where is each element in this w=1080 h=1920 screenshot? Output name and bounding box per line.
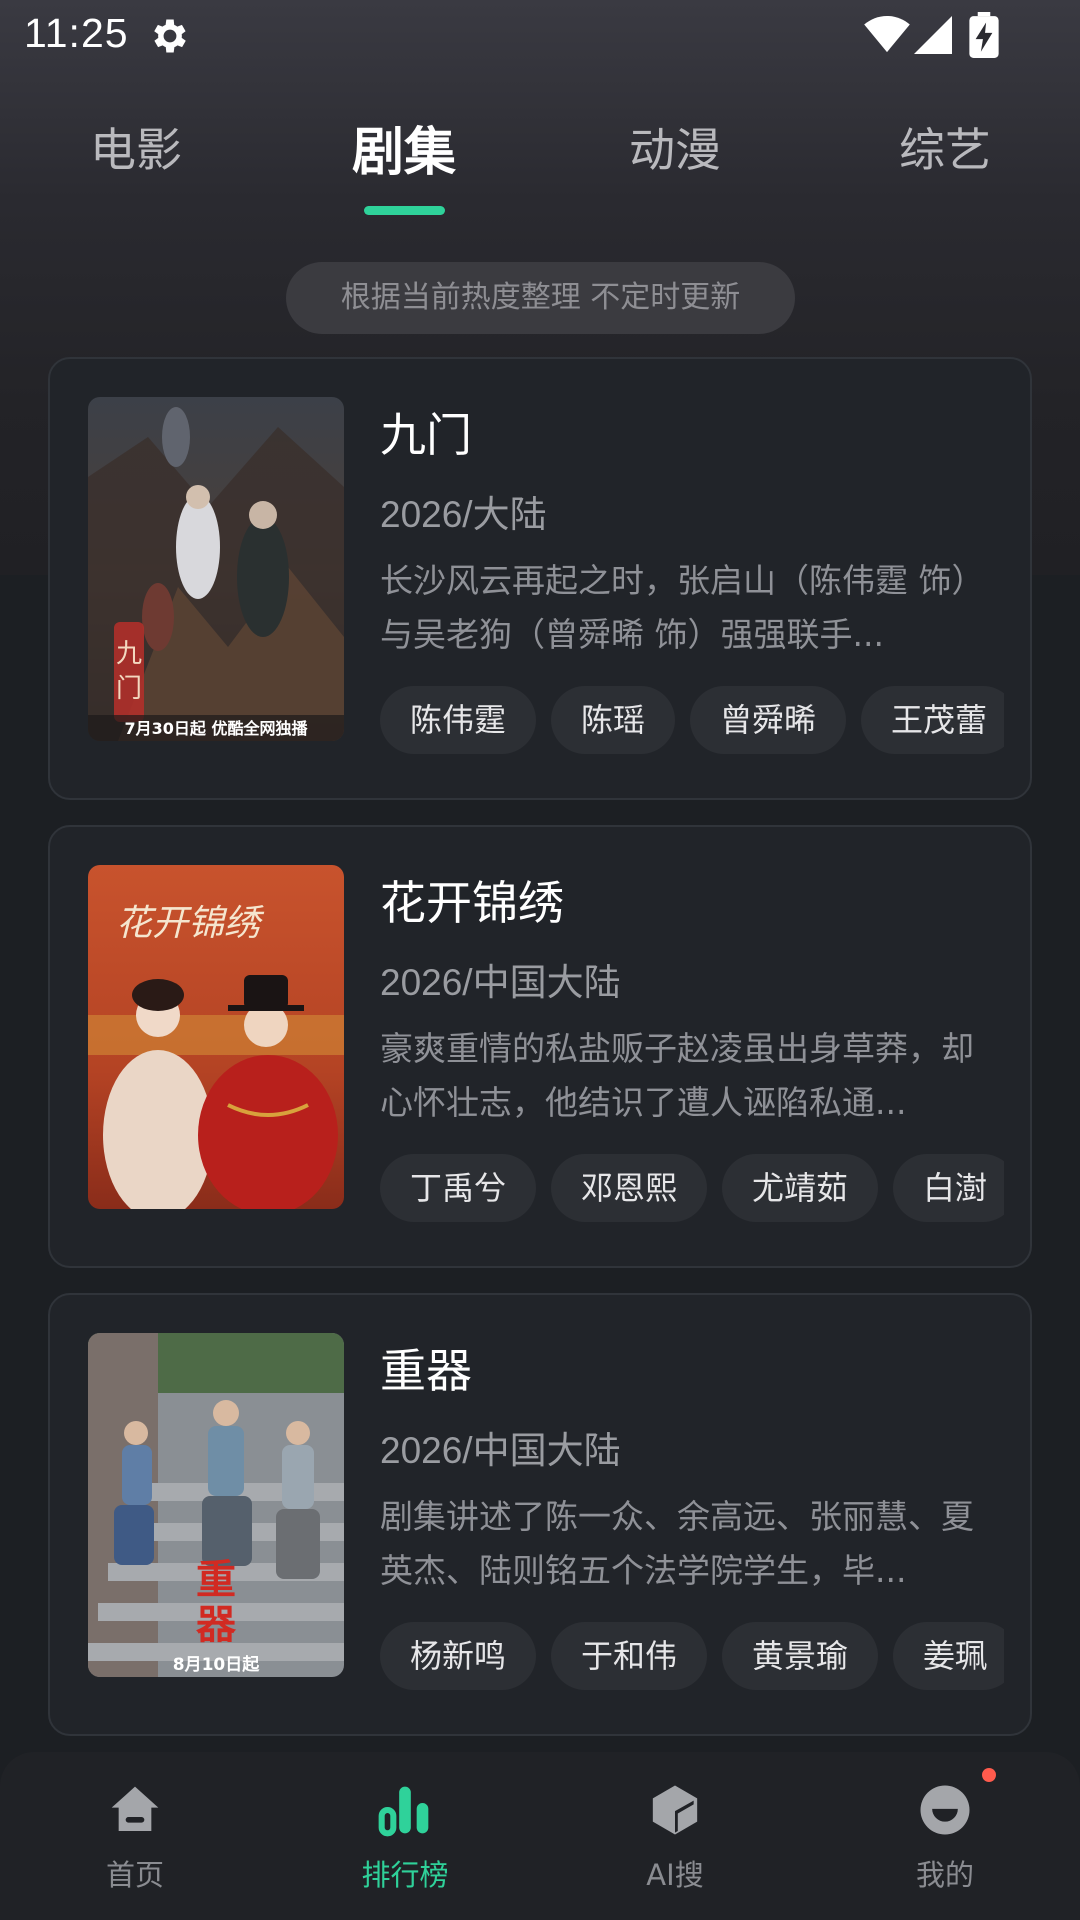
nav-ai-search[interactable]: AI搜 (575, 1752, 775, 1920)
cast-chip[interactable]: 邓恩熙 (551, 1154, 708, 1222)
nav-home-label: 首页 (105, 1858, 164, 1892)
screen: 11:25 电影 剧集 动漫 综艺 根据当前热度整理 不定时更新 九 门 7月3… (0, 0, 1080, 1920)
wifi-icon (864, 16, 910, 53)
ranking-notice: 根据当前热度整理 不定时更新 (286, 262, 795, 334)
notification-dot (982, 1768, 996, 1782)
ranking-card[interactable]: 花开锦绣 花开锦绣 2026/中国大陆 豪爽重情的私盐贩子赵凌虽出身草莽，却心怀… (48, 825, 1032, 1268)
svg-text:器: 器 (196, 1601, 237, 1648)
battery-charging-icon (969, 12, 999, 58)
nav-ai-search-label: AI搜 (646, 1858, 704, 1892)
show-description: 剧集讲述了陈一众、余高远、张丽慧、夏英杰、陆则铭五个法学院学生，毕... (380, 1497, 974, 1590)
poster-logo: 花开锦绣 (116, 903, 265, 944)
show-title[interactable]: 重器 (380, 1335, 472, 1401)
nav-profile-label: 我的 (915, 1858, 974, 1892)
ranking-card[interactable]: 重 器 8月10日起 重器 2026/中国大陆 剧集讲述了陈一众、余高远、张丽慧… (48, 1293, 1032, 1736)
nav-profile[interactable]: 我的 (845, 1752, 1045, 1920)
show-year-region: 2026/中国大陆 (380, 962, 621, 1003)
cast-chip[interactable]: 王茂蕾 (861, 686, 1004, 754)
poster-zhongqi: 重 器 8月10日起 (88, 1333, 344, 1677)
cast-chip[interactable]: 丁禹兮 (380, 1154, 537, 1222)
poster-caption: 7月30日起 优酷全网独播 (125, 719, 309, 738)
category-tabs: 电影 剧集 动漫 综艺 (0, 100, 1080, 220)
home-icon (111, 1786, 159, 1831)
svg-text:门: 门 (116, 674, 142, 704)
ranking-card[interactable]: 九 门 7月30日起 优酷全网独播 九门 2026/大陆 长沙风云再起之时，张启… (48, 357, 1032, 800)
show-year-region: 2026/大陆 (380, 494, 547, 535)
show-title[interactable]: 九门 (380, 399, 472, 465)
active-tab-indicator (364, 206, 445, 215)
show-year-region: 2026/中国大陆 (380, 1430, 621, 1471)
show-description: 豪爽重情的私盐贩子赵凌虽出身草莽，却心怀壮志，他结识了遭人诬陷私通... (380, 1029, 974, 1122)
poster-image[interactable]: 重 器 8月10日起 (88, 1333, 344, 1677)
ai-search-icon (652, 1785, 698, 1835)
poster-logo: 重 (196, 1556, 236, 1603)
poster-image[interactable]: 花开锦绣 (88, 865, 344, 1209)
poster-caption: 8月10日起 (173, 1654, 260, 1675)
cast-chip[interactable]: 曾舜晞 (690, 686, 847, 754)
settings-gear-icon (154, 19, 186, 53)
cast-list: 陈伟霆 陈瑶 曾舜晞 王茂蕾 (380, 686, 1004, 756)
show-title[interactable]: 花开锦绣 (380, 867, 564, 933)
cast-chip[interactable]: 于和伟 (551, 1622, 708, 1690)
poster-jiumen: 九 门 7月30日起 优酷全网独播 (88, 397, 344, 741)
tab-series[interactable]: 剧集 (304, 110, 504, 185)
cell-signal-icon (914, 16, 952, 54)
poster-logo: 九 (116, 639, 142, 669)
tab-anime[interactable]: 动漫 (575, 114, 775, 180)
cast-chip[interactable]: 陈瑶 (551, 686, 676, 754)
nav-ranking[interactable]: 排行榜 (305, 1752, 505, 1920)
nav-home[interactable]: 首页 (35, 1752, 235, 1920)
cast-list: 丁禹兮 邓恩熙 尤靖茹 白澍 (380, 1154, 1004, 1224)
cast-chip[interactable]: 姜珮 (893, 1622, 1004, 1690)
profile-icon (920, 1785, 970, 1835)
cast-list: 杨新鸣 于和伟 黄景瑜 姜珮 (380, 1622, 1004, 1692)
status-bar: 11:25 (0, 0, 1080, 72)
tab-movies[interactable]: 电影 (36, 114, 236, 180)
cast-chip[interactable]: 白澍 (893, 1154, 1004, 1222)
status-time: 11:25 (24, 10, 129, 56)
tab-variety[interactable]: 综艺 (845, 114, 1045, 180)
poster-image[interactable]: 九 门 7月30日起 优酷全网独播 (88, 397, 344, 741)
cast-chip[interactable]: 杨新鸣 (380, 1622, 537, 1690)
cast-chip[interactable]: 黄景瑜 (722, 1622, 879, 1690)
cast-chip[interactable]: 尤靖茹 (722, 1154, 879, 1222)
nav-ranking-label: 排行榜 (361, 1858, 449, 1892)
ranking-icon (378, 1786, 429, 1837)
bottom-navigation: 首页 排行榜 AI搜 我的 (0, 1752, 1080, 1920)
show-description: 长沙风云再起之时，张启山（陈伟霆 饰）与吴老狗（曾舜晞 饰）强强联手... (380, 561, 985, 654)
cast-chip[interactable]: 陈伟霆 (380, 686, 537, 754)
poster-huakaijinxiu: 花开锦绣 (88, 865, 344, 1209)
